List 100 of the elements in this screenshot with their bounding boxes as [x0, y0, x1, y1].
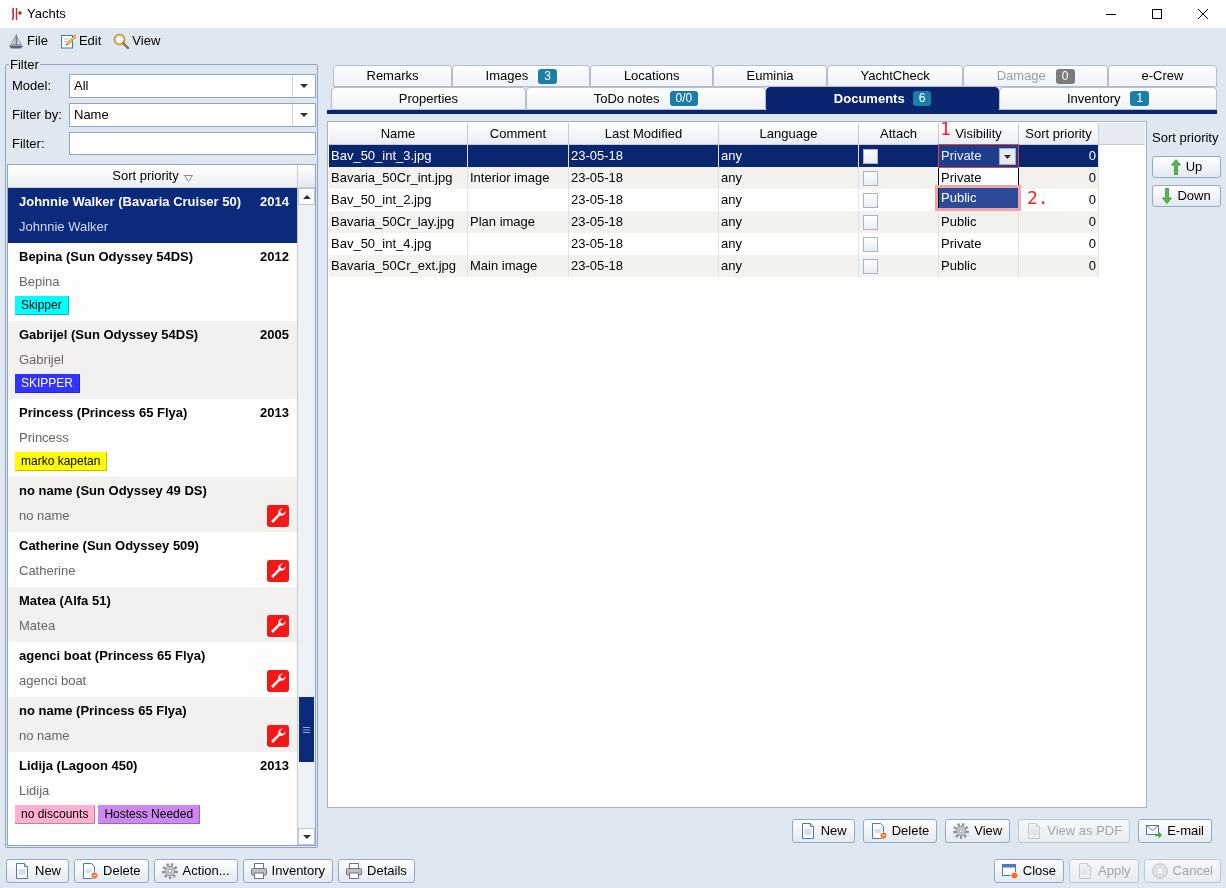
tab[interactable]: e-Crew	[1108, 65, 1217, 87]
document-icon	[799, 823, 816, 839]
column-header[interactable]: Comment	[489, 123, 547, 144]
gear-icon	[953, 823, 970, 839]
table-row[interactable]: Bavaria_50Cr_lay.jpg Plan image 23-05-18 any Public 0	[329, 211, 1099, 233]
list-item[interactable]: no name (Sun Odyssey 49 DS) no name	[8, 477, 297, 532]
tag: SKIPPER	[15, 374, 81, 393]
year-label: 2012	[260, 248, 289, 267]
checkbox[interactable]	[863, 258, 878, 274]
column-header[interactable]: Sort priority	[1025, 123, 1092, 144]
tag: no discounts	[15, 805, 96, 824]
caret-icon	[999, 147, 1016, 165]
year-label: 2014	[260, 193, 289, 212]
checkbox[interactable]	[863, 236, 878, 252]
yacht-title: agenci boat (Princess 65 Flya)	[19, 647, 206, 666]
email-button[interactable]: E-mail	[1138, 819, 1212, 843]
print-button[interactable]: Inventory	[242, 859, 334, 883]
table-cell-text: Bav_50_int_3.jpg	[331, 147, 432, 166]
table-row[interactable]: Bavaria_50Cr_ext.jpg Main image 23-05-18 any Public 0	[329, 255, 1099, 277]
view-button[interactable]: View	[945, 819, 1011, 843]
delete-button[interactable]: Delete	[862, 819, 938, 843]
year-label: 2013	[260, 757, 289, 776]
list-item[interactable]: Johnnie Walker (Bavaria Cruiser 50) 2014 Johnnie Walker	[8, 188, 297, 243]
table-cell-text: any	[721, 235, 742, 254]
column-header[interactable]: Language	[759, 123, 818, 144]
new-button[interactable]: New	[6, 859, 69, 883]
tab[interactable]: Documents 6	[766, 87, 1000, 110]
close-button[interactable]: Close	[993, 859, 1064, 883]
delete-button[interactable]: Delete	[74, 859, 149, 883]
up-button[interactable]: Up	[1152, 155, 1221, 178]
app-logo-icon	[10, 7, 22, 21]
year-label: 2013	[260, 404, 289, 423]
table-cell-text: any	[721, 213, 742, 232]
tab[interactable]: Locations	[590, 65, 714, 87]
yacht-title: Johnnie Walker (Bavaria Cruiser 50)	[19, 193, 242, 212]
table-row[interactable]: Bav_50_int_4.jpg 23-05-18 any Private 0	[329, 233, 1099, 255]
table-cell-text: Plan image	[470, 213, 536, 232]
tab[interactable]: Remarks	[333, 65, 453, 87]
tab[interactable]: ToDo notes 0/0	[525, 87, 766, 110]
column-header[interactable]: Visibility	[955, 123, 1002, 144]
dropdown-field[interactable]: Private	[939, 145, 1018, 167]
yacht-name: agenci boat	[19, 672, 87, 691]
tab[interactable]: YachtCheck	[827, 65, 964, 87]
caret-icon	[300, 84, 308, 88]
menu-item[interactable]: File	[8, 30, 48, 52]
yacht-name: Gabrijel	[19, 351, 64, 370]
menu-item[interactable]: Edit	[59, 30, 102, 52]
count-badge: 0/0	[669, 91, 699, 106]
list-item[interactable]: no name (Princess 65 Flya) no name	[8, 697, 297, 752]
table-cell-text: Public	[941, 213, 977, 232]
notepad-pencil-icon	[59, 33, 76, 49]
yacht-title: Lidija (Lagoon 450)	[19, 757, 138, 776]
table-cell-text: Public	[941, 257, 977, 276]
yacht-name: Catherine	[19, 562, 76, 581]
checkbox[interactable]	[863, 148, 878, 164]
menu-item[interactable]: View	[113, 30, 161, 52]
yacht-title: Princess (Princess 65 Flya)	[19, 404, 188, 423]
dropdown-field[interactable]: All	[69, 74, 316, 98]
dropdown-field[interactable]: Name	[69, 103, 316, 127]
scroll-up-button[interactable]	[298, 188, 315, 205]
table-cell-text: 0	[1088, 147, 1096, 166]
column-header[interactable]: Sort priority	[8, 165, 297, 188]
down-button[interactable]: Down	[1152, 184, 1221, 207]
tab[interactable]: Inventory 1	[999, 87, 1217, 110]
tab[interactable]: Euminia	[713, 65, 828, 87]
document-icon	[1077, 863, 1093, 879]
annotation-number: 2.	[1027, 188, 1049, 208]
yacht-title: no name (Sun Odyssey 49 DS)	[19, 482, 207, 501]
column-header[interactable]: Last Modified	[604, 123, 683, 144]
table-cell-text: 0	[1088, 213, 1096, 232]
action-button[interactable]: Action...	[153, 859, 238, 883]
checkbox[interactable]	[863, 170, 878, 186]
checkbox[interactable]	[863, 192, 878, 208]
yacht-title: Matea (Alfa 51)	[19, 592, 111, 611]
dropdown-option[interactable]: Public	[939, 188, 1018, 208]
document-delete-icon	[82, 863, 98, 879]
table-cell-text: 0	[1088, 235, 1096, 254]
scroll-down-button[interactable]	[298, 828, 315, 845]
checkbox[interactable]	[863, 214, 878, 230]
table-cell-text: any	[721, 257, 742, 276]
yacht-title: no name (Princess 65 Flya)	[19, 702, 187, 721]
new-button[interactable]: New	[791, 819, 855, 843]
table-cell-text: 0	[1088, 169, 1096, 188]
list-item[interactable]: Matea (Alfa 51) Matea	[8, 587, 297, 642]
tab[interactable]: Images 3	[452, 65, 591, 87]
grip-icon	[303, 726, 310, 733]
printer-icon	[346, 863, 363, 879]
column-header[interactable]: Attach	[880, 123, 917, 144]
table-cell-text: any	[721, 191, 742, 210]
list-item[interactable]: Gabrijel (Sun Odyssey 54DS) 2005 Gabrijel SKIPPER	[8, 321, 297, 399]
yacht-name: no name	[19, 727, 70, 746]
text-field[interactable]	[69, 132, 316, 155]
print-button[interactable]: Details	[338, 859, 415, 883]
column-header[interactable]: Name	[380, 123, 416, 144]
arrow-up-icon	[1170, 158, 1181, 175]
panel-label: Sort priority	[1152, 129, 1220, 147]
table-cell-text: Main image	[470, 257, 538, 276]
scroll-thumb[interactable]	[299, 697, 314, 763]
table-cell-text: 23-05-18	[571, 147, 624, 166]
tab[interactable]: Properties	[331, 87, 526, 110]
